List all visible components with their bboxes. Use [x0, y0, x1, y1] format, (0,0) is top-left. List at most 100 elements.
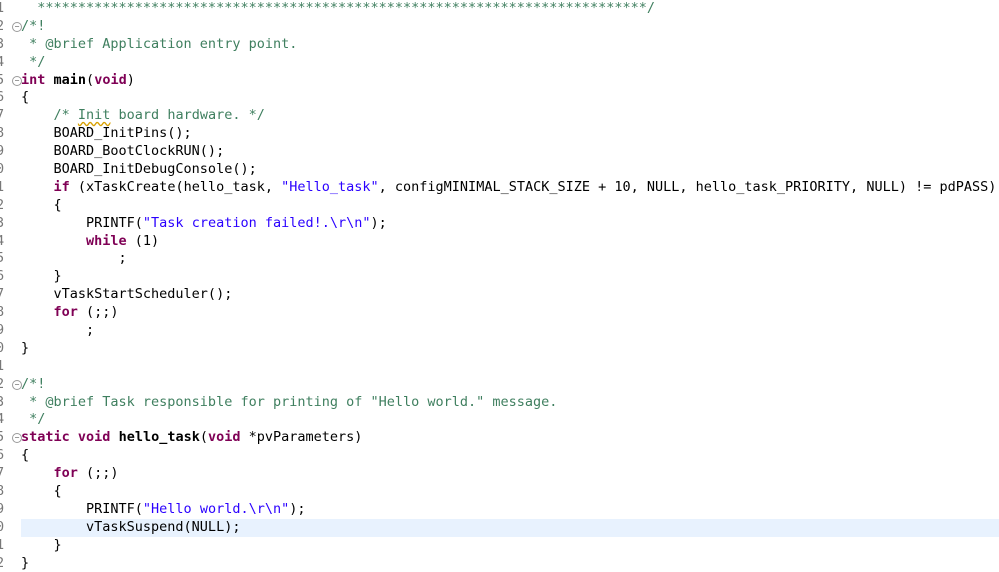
code-line[interactable]: 9 PRINTF("Hello world.\r\n"); [0, 501, 999, 519]
code-text: for (;;) [21, 304, 119, 322]
line-number: 1 [0, 178, 5, 195]
code-token: for [53, 304, 78, 321]
code-line[interactable]: 9 BOARD_BootClockRUN(); [0, 143, 999, 161]
code-token: "Hello_task" [281, 178, 379, 195]
code-text: { [21, 447, 29, 465]
code-token: "Hello world.\r\n" [142, 500, 290, 517]
code-line[interactable]: 1 if (xTaskCreate(hello_task, "Hello_tas… [0, 179, 999, 197]
code-line[interactable]: 8 for (;;) [0, 304, 999, 322]
code-text: static void hello_task(void *pvParameter… [21, 429, 362, 447]
code-token: ; [21, 250, 127, 267]
code-token: void [94, 71, 127, 88]
code-text: ****************************************… [21, 0, 655, 18]
code-text: /*! [21, 18, 45, 36]
code-token: vTaskStartScheduler(); [21, 286, 233, 303]
code-line[interactable]: 6 } [0, 268, 999, 286]
code-token: ); [370, 214, 387, 231]
code-line[interactable]: 1 [0, 358, 999, 376]
code-line[interactable]: 0} [0, 340, 999, 358]
code-text: PRINTF("Hello world.\r\n"); [21, 500, 305, 519]
code-line[interactable]: 7 vTaskStartScheduler(); [0, 286, 999, 304]
code-line[interactable]: 7 for (;;) [0, 465, 999, 483]
code-token: , configMINIMAL_STACK_SIZE + 10, NULL, h… [378, 178, 997, 195]
code-line[interactable]: 3 PRINTF("Task creation failed!.\r\n"); [0, 215, 999, 233]
code-token: main [53, 71, 87, 88]
code-token: } [21, 339, 30, 356]
code-token: */ [21, 411, 46, 428]
line-number: 8 [0, 483, 5, 500]
line-number: 3 [0, 35, 5, 52]
code-line[interactable]: 8 { [0, 483, 999, 501]
code-text: BOARD_InitDebugConsole(); [21, 161, 257, 179]
code-line[interactable]: 9 ; [0, 322, 999, 340]
code-line[interactable]: 4 */ [0, 411, 999, 429]
line-number: 2 [0, 554, 5, 571]
line-number: 0 [0, 518, 5, 535]
code-token: int [21, 71, 46, 88]
code-line[interactable]: 5− int main(void) [0, 72, 999, 90]
code-line[interactable]: 6{ [0, 447, 999, 465]
code-editor[interactable]: 1 **************************************… [0, 0, 999, 572]
line-number: 4 [0, 53, 5, 70]
line-number: 9 [0, 143, 5, 160]
code-line[interactable]: 2 { [0, 197, 999, 215]
code-text: /*! [21, 376, 45, 394]
code-token: PRINTF( [21, 214, 143, 231]
code-text: { [21, 197, 62, 215]
code-token: (xTaskCreate(hello_task, [69, 178, 282, 195]
code-text: } [21, 555, 29, 572]
code-line[interactable]: 5− static void hello_task(void *pvParamet… [0, 429, 999, 447]
code-token: BOARD_InitDebugConsole(); [21, 161, 257, 178]
code-line[interactable]: 0 BOARD_InitDebugConsole(); [0, 161, 999, 179]
line-number: 7 [0, 107, 5, 124]
line-number: 4 [0, 232, 5, 249]
code-text: { [21, 89, 29, 107]
code-text: } [21, 537, 62, 555]
code-line[interactable]: 2−/*! [0, 18, 999, 36]
line-number: 8 [0, 304, 5, 321]
code-text: BOARD_BootClockRUN(); [21, 143, 225, 161]
code-token: { [21, 483, 62, 500]
code-token: { [21, 447, 30, 464]
code-token: /*! [21, 17, 46, 34]
code-token: /* [21, 107, 78, 124]
code-text: vTaskStartScheduler(); [21, 286, 233, 304]
code-text: while (1) [21, 233, 159, 251]
code-line[interactable]: 1 } [0, 537, 999, 555]
code-line[interactable]: 0 vTaskSuspend(NULL); [0, 518, 999, 537]
code-token: void [208, 429, 241, 446]
code-line[interactable]: 4 */ [0, 54, 999, 72]
code-line[interactable]: 6{ [0, 89, 999, 107]
code-line[interactable]: 3 * @brief Task responsible for printing… [0, 394, 999, 412]
code-line[interactable]: 1 **************************************… [0, 0, 999, 18]
code-line[interactable]: 5 ; [0, 250, 999, 268]
code-token: { [21, 196, 62, 213]
code-text: vTaskSuspend(NULL); [21, 519, 240, 537]
code-line[interactable]: 2−/*! [0, 376, 999, 394]
code-line[interactable]: 3 * @brief Application entry point. [0, 36, 999, 54]
line-number: 2 [0, 196, 5, 213]
code-text: { [21, 483, 62, 501]
code-text: */ [21, 54, 45, 72]
code-line[interactable]: 7 /* Init board hardware. */ [0, 107, 999, 125]
code-token: PRINTF( [21, 500, 143, 517]
code-line[interactable]: 4 while (1) [0, 233, 999, 251]
line-number: 7 [0, 465, 5, 482]
line-number: 6 [0, 89, 5, 106]
code-token: ( [199, 429, 208, 446]
code-text: * @brief Application entry point. [21, 36, 297, 54]
code-line[interactable]: 8 BOARD_InitPins(); [0, 125, 999, 143]
code-token: board hardware. */ [110, 107, 265, 124]
code-token: BOARD_BootClockRUN(); [21, 143, 225, 160]
line-number: 4 [0, 411, 5, 428]
code-text: /* Init board hardware. */ [21, 107, 265, 125]
code-token: if [53, 178, 70, 195]
code-line[interactable]: 2} [0, 555, 999, 572]
line-number: 6 [0, 268, 5, 285]
code-text: * @brief Task responsible for printing o… [21, 394, 557, 412]
code-token: Init [77, 107, 111, 124]
code-text: } [21, 340, 29, 358]
